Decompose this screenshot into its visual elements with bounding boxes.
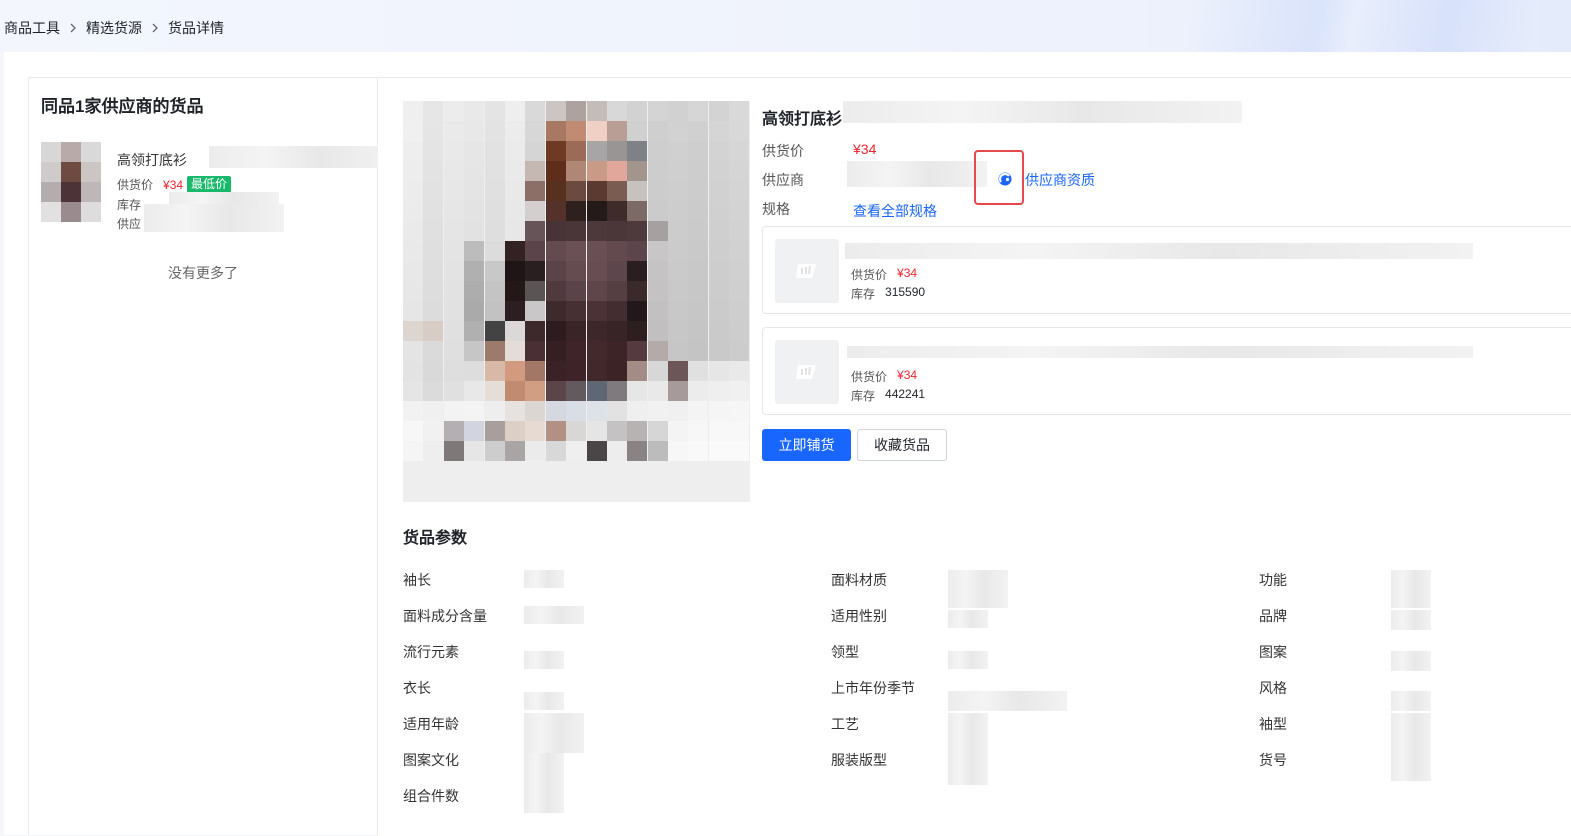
favorite-product-button[interactable]: 收藏货品 xyxy=(857,429,947,461)
product-main-image xyxy=(403,101,750,502)
redacted-name xyxy=(209,146,393,168)
param-label: 品牌 xyxy=(1259,608,1287,624)
spec-label: 规格 xyxy=(762,201,790,217)
supplier-product-card[interactable]: 高领打底衫 供货价 ¥34 最低价 库存 供应 xyxy=(29,136,393,236)
chevron-right-icon xyxy=(69,23,77,33)
redacted-param-value xyxy=(524,570,564,588)
param-label: 领型 xyxy=(831,644,859,660)
product-image-pixels xyxy=(403,101,750,461)
view-all-specs-link[interactable]: 查看全部规格 xyxy=(853,201,937,221)
param-label: 适用性别 xyxy=(831,608,887,624)
redacted-param-value xyxy=(1391,570,1431,608)
param-label: 组合件数 xyxy=(403,788,459,804)
param-label: 面料材质 xyxy=(831,572,887,588)
spec-stock-value: 442241 xyxy=(885,387,926,401)
lowest-price-badge: 最低价 xyxy=(187,176,232,193)
redacted-param-value xyxy=(1391,651,1431,671)
spec-card[interactable]: 供货价 ¥34 库存 315590 xyxy=(762,226,1571,314)
distribute-now-button[interactable]: 立即铺货 xyxy=(762,429,851,461)
param-label: 衣长 xyxy=(403,680,431,696)
stock-row: 库存 xyxy=(117,196,141,213)
spec-price-value: ¥34 xyxy=(897,266,918,280)
param-label: 图案文化 xyxy=(403,752,459,768)
redacted-param-value xyxy=(948,610,988,628)
redacted-param-value xyxy=(948,651,988,669)
supplier-label: 供应商 xyxy=(762,172,804,188)
redacted-param-value xyxy=(948,570,1008,608)
redacted-param-value xyxy=(524,713,584,753)
param-label: 适用年龄 xyxy=(403,716,459,732)
image-placeholder-icon xyxy=(775,239,839,303)
spec-price-row: 供货价 ¥34 xyxy=(851,266,917,283)
redacted-spec-name xyxy=(845,243,1473,259)
price-label: 供货价 xyxy=(762,143,804,159)
supplier-qualification-link[interactable]: 供应商资质 xyxy=(1025,170,1095,190)
product-name: 高领打底衫 xyxy=(117,152,187,168)
param-label: 袖长 xyxy=(403,572,431,588)
spec-price-value: ¥34 xyxy=(897,368,918,382)
redacted-param-value xyxy=(1391,610,1431,630)
spec-stock-row: 库存 442241 xyxy=(851,387,925,404)
chevron-right-icon xyxy=(151,23,159,33)
panel-title: 同品1家供应商的货品 xyxy=(41,97,204,116)
spec-stock-label: 库存 xyxy=(851,389,876,403)
redacted-param-value xyxy=(524,753,564,813)
price-row: 供货价 ¥34 最低价 xyxy=(117,176,232,193)
supplier-row: 供应 xyxy=(117,215,141,232)
price-value: ¥34 xyxy=(853,141,877,157)
redacted-param-value xyxy=(524,651,564,669)
param-label: 工艺 xyxy=(831,716,859,732)
no-more-text: 没有更多了 xyxy=(168,265,238,281)
redacted-param-value xyxy=(524,692,564,710)
param-label: 上市年份季节 xyxy=(831,680,915,696)
param-label: 功能 xyxy=(1259,572,1287,588)
spec-stock-value: 315590 xyxy=(885,285,926,299)
redacted-supplier-name xyxy=(847,161,987,187)
header-decoration xyxy=(1151,0,1571,52)
top-header: 商品工具 精选货源 货品详情 xyxy=(0,0,1571,52)
product-thumbnail xyxy=(41,142,101,222)
params-title: 货品参数 xyxy=(403,530,468,547)
redacted-param-value xyxy=(948,691,1067,711)
redacted-param-value xyxy=(1391,691,1431,711)
redacted-spec-name xyxy=(847,346,1473,358)
price-label: 供货价 xyxy=(117,178,154,192)
thumbnail-pixels xyxy=(41,142,101,222)
param-label: 流行元素 xyxy=(403,644,459,660)
image-placeholder-icon xyxy=(775,340,839,404)
spec-price-label: 供货价 xyxy=(851,268,888,282)
redacted-param-value xyxy=(1391,713,1431,781)
param-label: 袖型 xyxy=(1259,716,1287,732)
param-label: 货号 xyxy=(1259,752,1287,768)
param-label: 面料成分含量 xyxy=(403,608,487,624)
param-label: 风格 xyxy=(1259,680,1287,696)
breadcrumb: 商品工具 精选货源 货品详情 xyxy=(4,18,224,38)
redacted-supplier xyxy=(144,204,284,232)
redacted-param-value xyxy=(948,713,988,785)
redacted-title xyxy=(843,101,1242,123)
redacted-param-value xyxy=(524,606,584,624)
spec-stock-label: 库存 xyxy=(851,287,876,301)
breadcrumb-item-sourcing[interactable]: 精选货源 xyxy=(86,18,142,38)
supplier-label: 供应 xyxy=(117,217,142,231)
param-label: 服装版型 xyxy=(831,752,887,768)
chat-icon[interactable] xyxy=(996,170,1014,188)
same-product-suppliers-panel: 同品1家供应商的货品 高领打底衫 供货价 ¥34 最低价 库存 供应 没有更多了 xyxy=(28,77,393,835)
param-label: 图案 xyxy=(1259,644,1287,660)
price-value: ¥34 xyxy=(163,177,184,192)
product-title: 高领打底衫 xyxy=(762,111,843,128)
spec-price-label: 供货价 xyxy=(851,370,888,384)
spec-price-row: 供货价 ¥34 xyxy=(851,368,917,385)
breadcrumb-item-tools[interactable]: 商品工具 xyxy=(4,18,60,38)
breadcrumb-item-detail: 货品详情 xyxy=(168,20,224,36)
spec-stock-row: 库存 315590 xyxy=(851,285,925,302)
stock-label: 库存 xyxy=(117,198,142,212)
spec-card[interactable]: 供货价 ¥34 库存 442241 xyxy=(762,327,1571,415)
